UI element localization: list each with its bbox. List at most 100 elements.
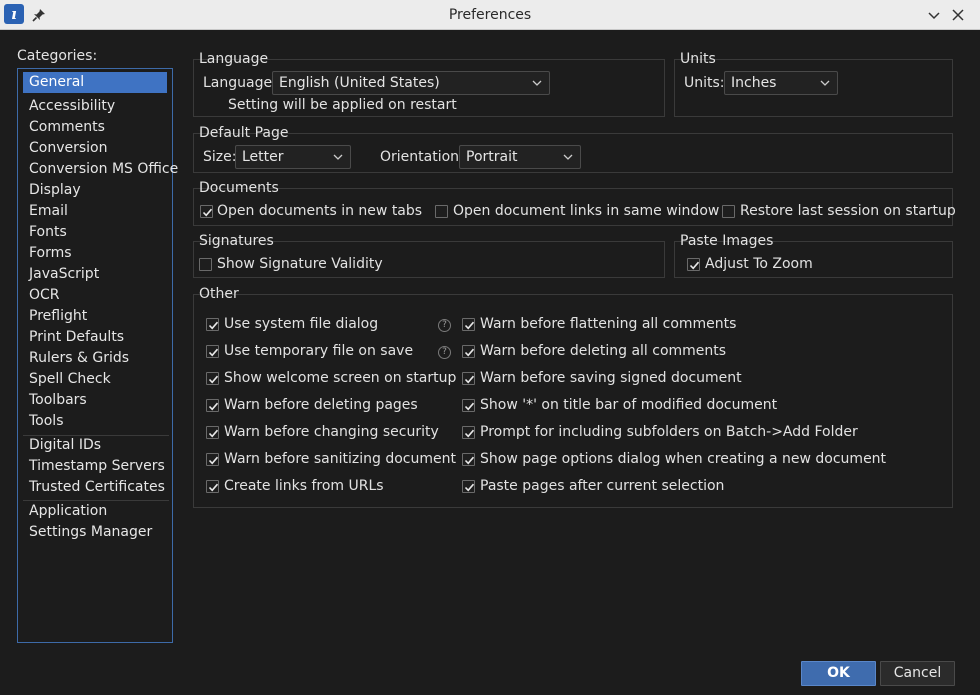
restore-last-session-label: Restore last session on startup — [740, 203, 956, 219]
category-digital-ids[interactable]: Digital IDs — [23, 435, 167, 456]
paste-pages-after-selection-checkbox[interactable] — [462, 480, 475, 493]
open-links-same-window-label: Open document links in same window — [453, 203, 720, 219]
warn-saving-signed-checkbox[interactable] — [462, 372, 475, 385]
category-general[interactable]: General — [23, 72, 167, 93]
show-signature-validity-checkbox[interactable] — [199, 258, 212, 271]
help-icon[interactable]: ? — [438, 319, 451, 332]
show-page-options-checkbox[interactable] — [462, 453, 475, 466]
categories-label: Categories: — [17, 48, 98, 64]
language-value: English (United States) — [279, 75, 440, 91]
category-javascript[interactable]: JavaScript — [23, 264, 167, 285]
warn-sanitizing-document-label: Warn before sanitizing document — [224, 451, 456, 467]
checkmark-icon — [208, 321, 219, 330]
chevron-down-icon — [532, 80, 542, 86]
category-timestamp-servers[interactable]: Timestamp Servers — [23, 456, 167, 477]
close-icon[interactable] — [950, 7, 966, 23]
use-system-file-dialog-checkbox[interactable] — [206, 318, 219, 331]
warn-sanitizing-document-checkbox[interactable] — [206, 453, 219, 466]
adjust-to-zoom-checkbox[interactable] — [687, 258, 700, 271]
use-temporary-file-checkbox[interactable] — [206, 345, 219, 358]
checkmark-icon — [208, 429, 219, 438]
window-title: Preferences — [448, 7, 532, 23]
chevron-down-icon[interactable] — [926, 7, 942, 23]
warn-saving-signed-label: Warn before saving signed document — [480, 370, 742, 386]
checkmark-icon — [208, 483, 219, 492]
checkmark-icon — [464, 348, 475, 357]
ok-button[interactable]: OK — [801, 661, 876, 686]
warn-deleting-comments-checkbox[interactable] — [462, 345, 475, 358]
checkmark-icon — [689, 261, 700, 270]
use-system-file-dialog-label: Use system file dialog — [224, 316, 379, 332]
restore-last-session-checkbox[interactable] — [722, 205, 735, 218]
category-print-defaults[interactable]: Print Defaults — [23, 327, 167, 348]
warn-deleting-comments-label: Warn before deleting all comments — [480, 343, 727, 359]
category-accessibility[interactable]: Accessibility — [23, 96, 167, 117]
show-welcome-screen-label: Show welcome screen on startup — [224, 370, 457, 386]
category-settings-manager[interactable]: Settings Manager — [23, 522, 167, 543]
create-links-from-urls-checkbox[interactable] — [206, 480, 219, 493]
signatures-group-title: Signatures — [199, 233, 274, 249]
open-links-same-window-checkbox[interactable] — [435, 205, 448, 218]
category-conversion-ms-office[interactable]: Conversion MS Office — [23, 159, 178, 180]
language-dropdown[interactable]: English (United States) — [272, 71, 550, 95]
paste-images-group-title: Paste Images — [680, 233, 774, 249]
category-preflight[interactable]: Preflight — [23, 306, 167, 327]
cancel-button[interactable]: Cancel — [880, 661, 955, 686]
warn-changing-security-checkbox[interactable] — [206, 426, 219, 439]
title-bar: ı Preferences — [0, 0, 980, 30]
warn-changing-security-label: Warn before changing security — [224, 424, 439, 440]
category-application[interactable]: Application — [23, 501, 167, 522]
warn-deleting-pages-label: Warn before deleting pages — [224, 397, 418, 413]
size-value: Letter — [242, 149, 284, 165]
category-tools[interactable]: Tools — [23, 411, 167, 432]
units-group-title: Units — [680, 51, 716, 67]
show-modified-asterisk-checkbox[interactable] — [462, 399, 475, 412]
open-in-new-tabs-label: Open documents in new tabs — [217, 203, 423, 219]
open-in-new-tabs-checkbox[interactable] — [200, 205, 213, 218]
category-toolbars[interactable]: Toolbars — [23, 390, 167, 411]
category-rulers-grids[interactable]: Rulers & Grids — [23, 348, 167, 369]
checkmark-icon — [464, 456, 475, 465]
size-label: Size: — [203, 149, 237, 165]
checkmark-icon — [202, 208, 213, 217]
orientation-value: Portrait — [466, 149, 518, 165]
category-comments[interactable]: Comments — [23, 117, 167, 138]
category-ocr[interactable]: OCR — [23, 285, 167, 306]
help-icon[interactable]: ? — [438, 346, 451, 359]
show-page-options-label: Show page options dialog when creating a… — [480, 451, 887, 467]
categories-list[interactable]: General Accessibility Comments Conversio… — [17, 68, 178, 643]
orientation-dropdown[interactable]: Portrait — [459, 145, 581, 169]
prompt-subfolders-checkbox[interactable] — [462, 426, 475, 439]
checkmark-icon — [464, 402, 475, 411]
default-page-group-title: Default Page — [199, 125, 289, 141]
units-dropdown[interactable]: Inches — [724, 71, 838, 95]
checkmark-icon — [464, 375, 475, 384]
chevron-down-icon — [820, 80, 830, 86]
category-display[interactable]: Display — [23, 180, 167, 201]
documents-group-title: Documents — [199, 180, 279, 196]
checkmark-icon — [464, 429, 475, 438]
use-temporary-file-label: Use temporary file on save — [224, 343, 414, 359]
checkmark-icon — [208, 375, 219, 384]
category-spell-check[interactable]: Spell Check — [23, 369, 167, 390]
chevron-down-icon — [563, 154, 573, 160]
checkmark-icon — [208, 456, 219, 465]
units-value: Inches — [731, 75, 777, 91]
prompt-subfolders-label: Prompt for including subfolders on Batch… — [480, 424, 858, 440]
warn-flattening-comments-label: Warn before flattening all comments — [480, 316, 737, 332]
category-forms[interactable]: Forms — [23, 243, 167, 264]
category-trusted-certificates[interactable]: Trusted Certificates — [23, 477, 167, 498]
warn-deleting-pages-checkbox[interactable] — [206, 399, 219, 412]
show-welcome-screen-checkbox[interactable] — [206, 372, 219, 385]
checkmark-icon — [464, 321, 475, 330]
checkmark-icon — [208, 348, 219, 357]
checkmark-icon — [464, 483, 475, 492]
units-label: Units: — [684, 75, 725, 91]
checkmark-icon — [208, 402, 219, 411]
show-modified-asterisk-label: Show '*' on title bar of modified docume… — [480, 397, 778, 413]
category-fonts[interactable]: Fonts — [23, 222, 167, 243]
category-email[interactable]: Email — [23, 201, 167, 222]
category-conversion[interactable]: Conversion — [23, 138, 167, 159]
size-dropdown[interactable]: Letter — [235, 145, 351, 169]
warn-flattening-comments-checkbox[interactable] — [462, 318, 475, 331]
